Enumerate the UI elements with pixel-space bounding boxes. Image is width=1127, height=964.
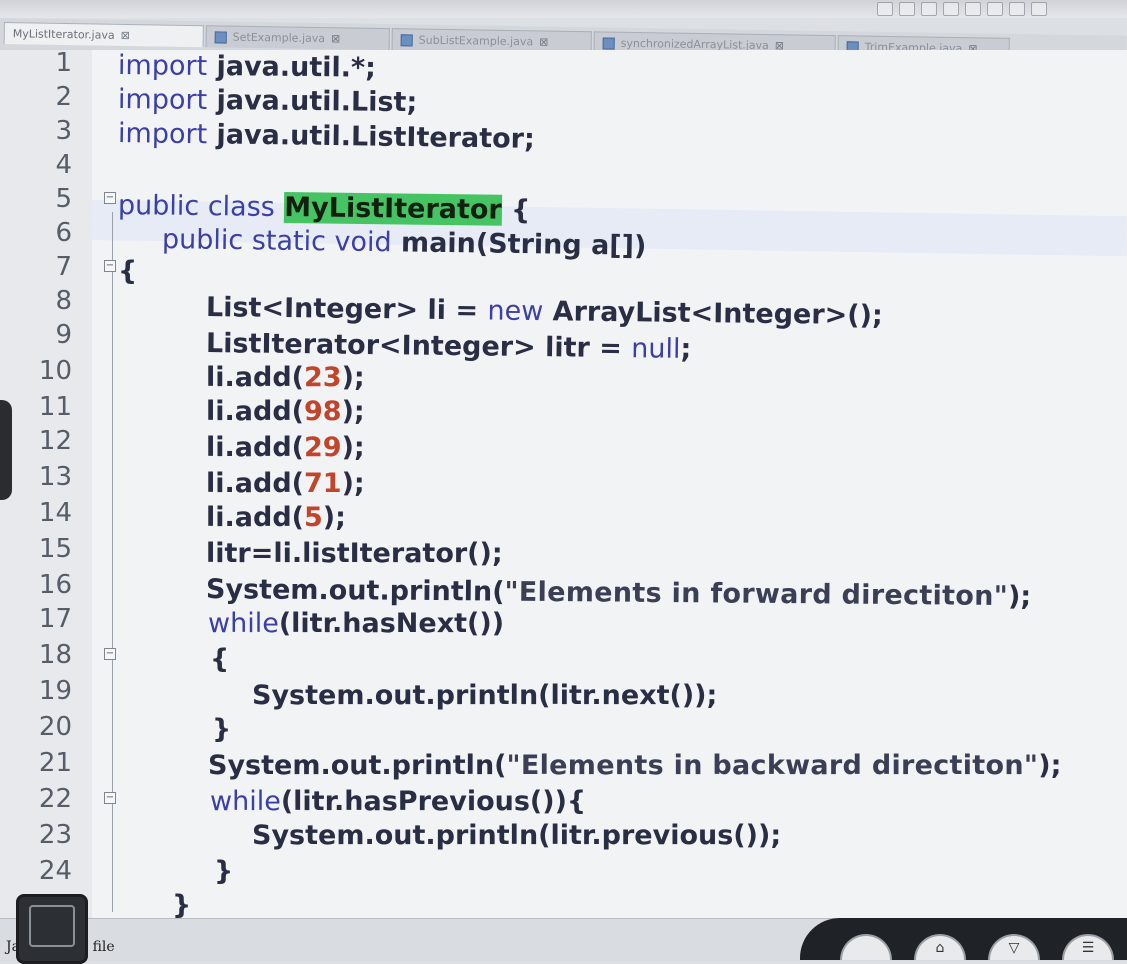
- code-line: li.add(98);: [206, 396, 365, 427]
- square-icon: [29, 905, 75, 947]
- line-number: 19: [38, 676, 72, 706]
- code-line: li.add(23);: [206, 362, 365, 393]
- toolbar: [0, 0, 1127, 18]
- close-icon[interactable]: ⊠: [539, 35, 548, 48]
- toolbar-button-icon[interactable]: [877, 2, 893, 16]
- code-line: li.add(71);: [206, 468, 365, 499]
- close-icon[interactable]: ⊠: [121, 29, 130, 42]
- tab-label: SetExample.java: [232, 30, 326, 46]
- fold-guide: [112, 212, 113, 912]
- search-highlight: MyListIterator: [284, 192, 502, 226]
- screen-overlay-button[interactable]: [16, 894, 88, 964]
- device-nav-panel: ⌂ ▽ ☰: [800, 918, 1127, 960]
- code-line: li.add(5);: [206, 502, 346, 533]
- line-number: 24: [38, 856, 72, 886]
- line-number: 7: [55, 252, 72, 282]
- code-line: System.out.println(litr.previous());: [252, 820, 782, 851]
- java-file-icon: [214, 30, 227, 44]
- close-icon[interactable]: ⊠: [331, 32, 340, 45]
- code-line: {: [210, 644, 230, 675]
- line-number-gutter: 1 2 3 4 5 6 7 8 9 10 11 12 13 14 15 16 1…: [0, 48, 92, 918]
- code-line: }: [214, 856, 234, 887]
- toolbar-button-icon[interactable]: [987, 2, 1003, 16]
- code-line: import java.util.List;: [117, 84, 418, 119]
- code-line: public class MyListIterator {: [117, 190, 531, 227]
- fold-collapse-icon[interactable]: −: [104, 792, 116, 804]
- code-line: public static void main(String a[]): [161, 224, 647, 262]
- fold-collapse-icon[interactable]: −: [104, 648, 116, 660]
- java-file-icon: [400, 33, 413, 46]
- code-line: List<Integer> li = new ArrayList<Integer…: [205, 292, 883, 332]
- code-line: System.out.println("Elements in backward…: [208, 750, 1062, 781]
- line-number: 8: [55, 286, 72, 316]
- line-number: 2: [55, 82, 72, 112]
- filter-icon[interactable]: ▽: [988, 934, 1040, 960]
- tab-mylistiterator[interactable]: MyListIterator.java ⊠: [3, 22, 204, 48]
- code-line: while(litr.hasPrevious()){: [210, 786, 587, 817]
- line-number: 20: [38, 712, 72, 742]
- screenshot-icon[interactable]: [840, 934, 892, 960]
- line-number: 9: [55, 320, 72, 350]
- line-number: 15: [38, 534, 72, 564]
- toolbar-button-icon[interactable]: [899, 2, 915, 16]
- line-number: 14: [38, 498, 72, 528]
- fold-collapse-icon[interactable]: −: [104, 260, 116, 272]
- code-line: litr=li.listIterator();: [206, 538, 503, 569]
- toolbar-button-icon[interactable]: [1031, 2, 1047, 16]
- code-line: li.add(29);: [206, 432, 365, 463]
- toolbar-button-icon[interactable]: [921, 2, 937, 16]
- line-number: 1: [55, 48, 72, 78]
- code-line: import java.util.ListIterator;: [117, 118, 535, 155]
- code-line: while(litr.hasNext()): [208, 608, 505, 639]
- line-number: 6: [55, 218, 72, 248]
- fold-collapse-icon[interactable]: −: [104, 192, 116, 204]
- tab-label: SubListExample.java: [418, 33, 534, 49]
- code-line: import java.util.*;: [117, 50, 377, 84]
- home-icon[interactable]: ⌂: [914, 934, 966, 960]
- code-line: ListIterator<Integer> litr = null;: [205, 328, 692, 365]
- toolbar-button-icon[interactable]: [965, 2, 981, 16]
- code-line: {: [118, 256, 138, 287]
- line-number: 5: [55, 184, 72, 214]
- line-number: 3: [55, 116, 72, 146]
- side-panel-handle[interactable]: [0, 400, 12, 500]
- line-number: 4: [55, 150, 72, 180]
- tab-setexample[interactable]: SetExample.java ⊠: [205, 25, 390, 51]
- code-line: System.out.println(litr.next());: [252, 680, 718, 711]
- code-line: }: [212, 714, 232, 745]
- toolbar-button-icon[interactable]: [943, 2, 959, 16]
- tab-label: MyListIterator.java: [12, 27, 115, 42]
- line-number: 23: [38, 820, 72, 850]
- line-number: 17: [38, 604, 72, 634]
- line-number: 22: [38, 784, 72, 814]
- toolbar-button-icon[interactable]: [1009, 2, 1025, 16]
- menu-icon[interactable]: ☰: [1062, 934, 1114, 960]
- line-number: 21: [38, 748, 72, 778]
- line-number: 18: [38, 640, 72, 670]
- code-editor[interactable]: 1 2 3 4 5 6 7 8 9 10 11 12 13 14 15 16 1…: [0, 48, 1127, 921]
- line-number: 10: [38, 356, 72, 386]
- line-number: 16: [38, 570, 72, 600]
- java-file-icon: [602, 36, 615, 50]
